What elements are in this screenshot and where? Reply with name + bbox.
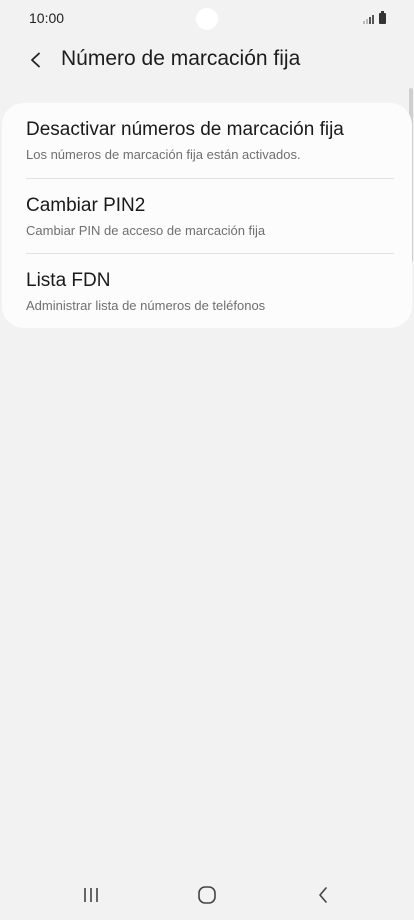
signal-icon [363,14,374,24]
setting-subtitle: Los números de marcación fija están acti… [26,147,301,162]
settings-card: Desactivar números de marcación fija Los… [2,103,412,328]
setting-title: Desactivar números de marcación fija [26,119,344,140]
battery-icon [379,11,386,24]
back-arrow-icon [31,52,40,68]
back-icon [319,887,327,903]
recents-button[interactable] [71,880,111,910]
navigation-bar [0,870,414,920]
status-bar: 10:00 [0,0,414,36]
nav-back-button[interactable] [303,880,343,910]
camera-cutout [196,8,218,30]
status-icons [363,11,386,24]
setting-title: Cambiar PIN2 [26,195,146,216]
home-icon [198,886,216,904]
setting-subtitle: Cambiar PIN de acceso de marcación fija [26,223,266,238]
setting-fdn-list[interactable]: Lista FDN Administrar lista de números d… [2,254,412,328]
screen: 10:00 Número de marcación fija Desactiva… [0,0,414,920]
setting-subtitle: Administrar lista de números de teléfono… [26,298,266,313]
recents-icon [84,888,98,902]
setting-title: Lista FDN [26,270,111,291]
status-time: 10:00 [29,10,65,26]
back-button[interactable] [20,44,52,76]
setting-change-pin2[interactable]: Cambiar PIN2 Cambiar PIN de acceso de ma… [2,179,412,253]
page-title: Número de marcación fija [61,47,301,70]
home-button[interactable] [187,880,227,910]
app-header: Número de marcación fija [0,36,414,84]
setting-disable-fdn[interactable]: Desactivar números de marcación fija Los… [2,103,412,178]
